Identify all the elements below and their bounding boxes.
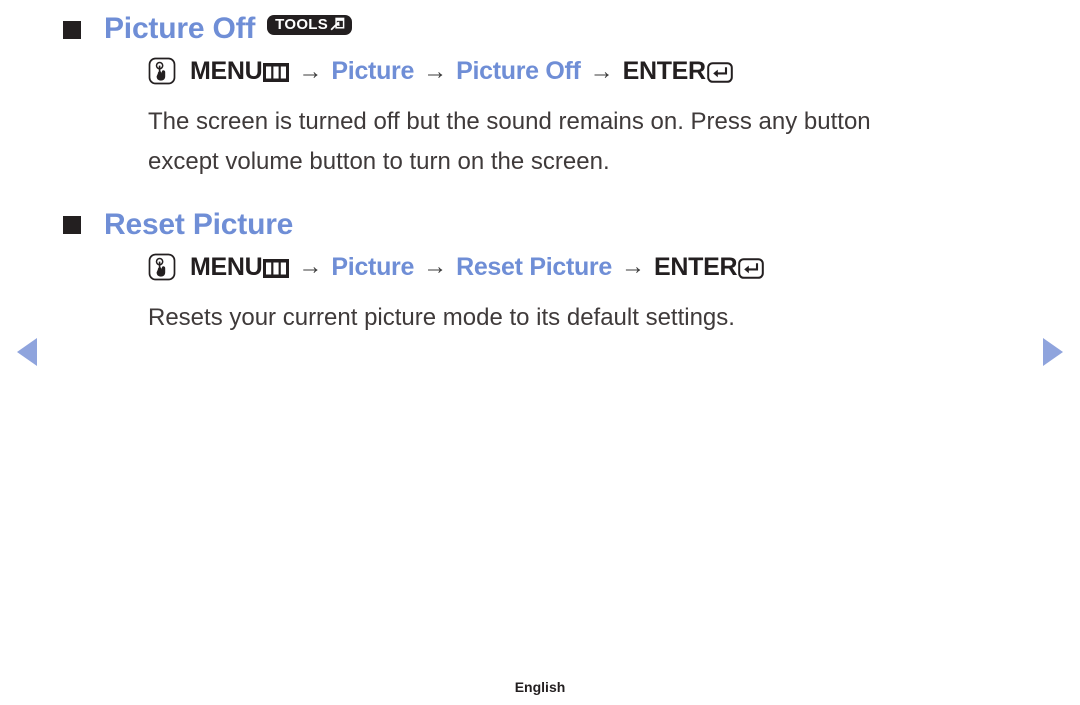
enter-key-icon — [707, 62, 733, 83]
path-arrow-icon: → — [620, 253, 645, 281]
section-description: Resets your current picture mode to its … — [148, 303, 735, 331]
menu-bars-icon — [263, 258, 290, 278]
page-content: Picture Off TOOLS MENU → Picture → Pictu… — [0, 0, 1080, 338]
menu-bars-icon — [263, 62, 290, 82]
menu-path-picture-off: MENU → Picture → Picture Off → ENTER — [40, 57, 1040, 86]
tools-arrow-icon — [330, 17, 345, 32]
path-step-picture[interactable]: Picture — [331, 253, 414, 282]
section-heading: Reset Picture — [40, 208, 1040, 241]
path-arrow-icon: → — [423, 57, 448, 85]
page-title: Picture Off — [104, 12, 256, 45]
menu-key-label: MENU — [190, 252, 290, 282]
prev-page-arrow-icon[interactable] — [17, 338, 37, 366]
next-page-arrow-icon[interactable] — [1043, 338, 1063, 366]
path-arrow-icon: → — [298, 57, 323, 85]
enter-key-label: ENTER — [653, 252, 765, 282]
press-button-hand-icon — [148, 253, 176, 281]
menu-key-text: MENU — [190, 57, 263, 85]
enter-key-icon — [738, 257, 765, 279]
enter-key-text: ENTER — [653, 252, 738, 281]
path-arrow-icon: → — [589, 57, 614, 85]
press-button-hand-icon — [148, 57, 176, 85]
path-step-reset-picture[interactable]: Reset Picture — [456, 253, 612, 282]
section-description: The screen is turned off but the sound r… — [148, 107, 871, 175]
tools-badge[interactable]: TOOLS — [267, 14, 353, 35]
tools-badge-label: TOOLS — [275, 15, 329, 33]
path-step-picture-off[interactable]: Picture Off — [456, 57, 581, 86]
path-arrow-icon: → — [298, 253, 323, 281]
emanual-page: Picture Off TOOLS MENU → Picture → Pictu… — [0, 0, 1080, 705]
menu-key-label: MENU — [190, 57, 290, 86]
bullet-square-icon — [63, 216, 81, 235]
enter-key-label: ENTER — [623, 57, 733, 86]
page-title: Reset Picture — [104, 207, 294, 241]
section-reset-picture: Reset Picture MENU → Picture → Reset Pic… — [40, 208, 1040, 338]
menu-path-reset-picture: MENU → Picture → Reset Picture → ENTER — [40, 253, 1040, 282]
path-step-picture[interactable]: Picture — [331, 57, 414, 86]
menu-key-text: MENU — [190, 252, 263, 281]
section-heading: Picture Off TOOLS — [40, 12, 1040, 45]
path-arrow-icon: → — [423, 253, 448, 281]
language-footer: English — [514, 679, 566, 695]
enter-key-text: ENTER — [622, 57, 707, 85]
section-picture-off: Picture Off TOOLS MENU → Picture → Pictu… — [40, 12, 1040, 182]
bullet-square-icon — [63, 20, 81, 39]
